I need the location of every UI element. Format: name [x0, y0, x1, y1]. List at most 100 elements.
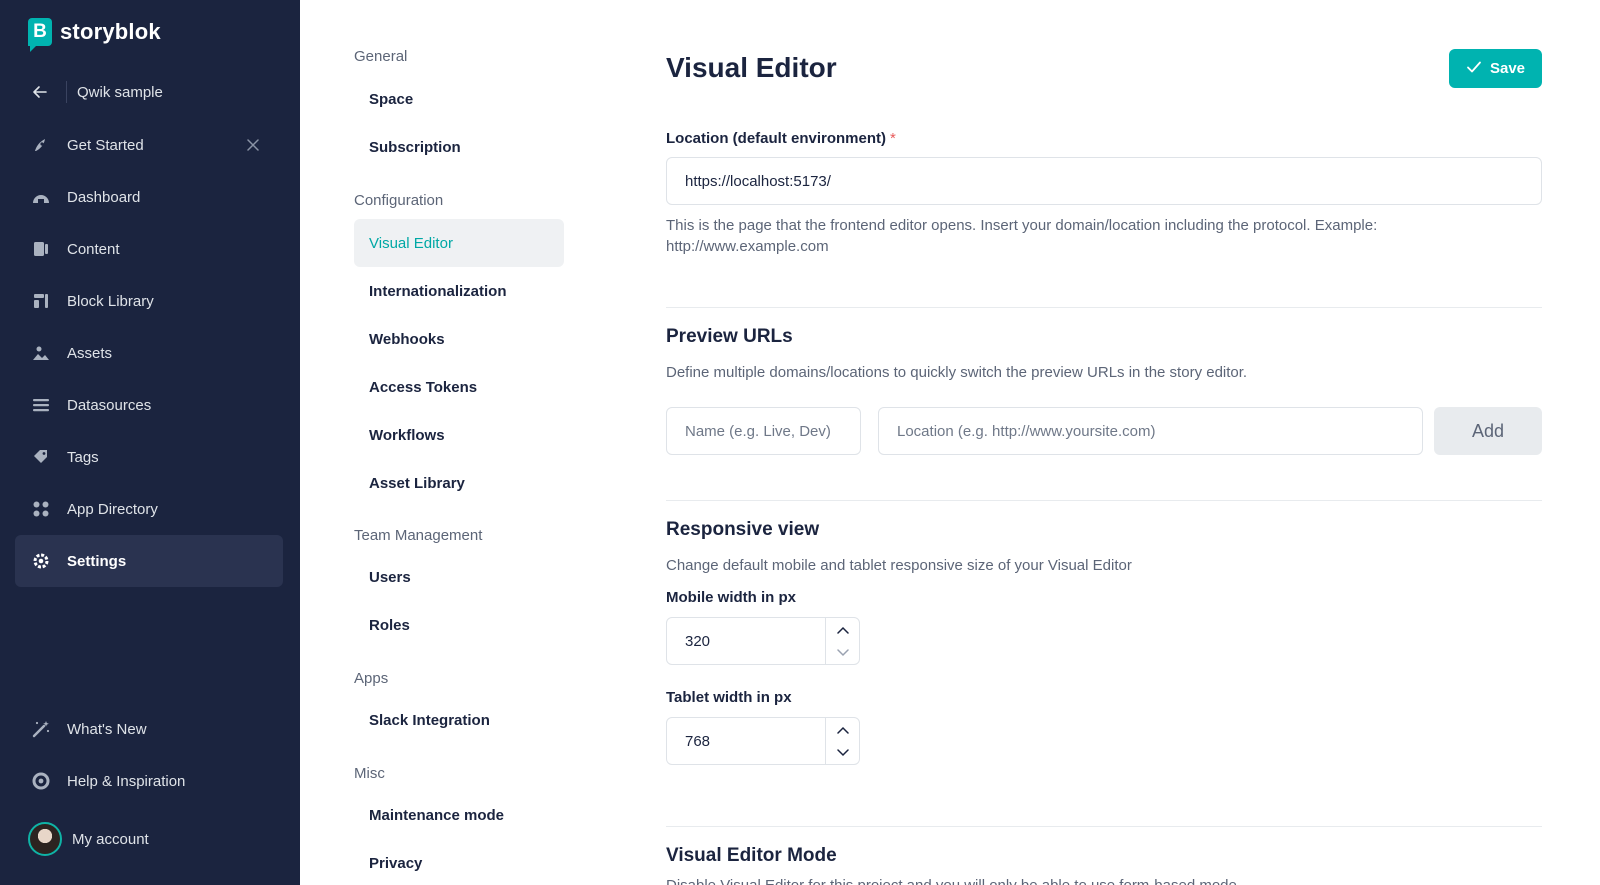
submenu-heading-configuration: Configuration: [354, 192, 444, 209]
nav-item-help[interactable]: Help & Inspiration: [15, 755, 283, 807]
nav-item-app-directory[interactable]: App Directory: [15, 483, 283, 535]
submenu-heading-misc: Misc: [354, 765, 385, 782]
account-label: My account: [72, 830, 149, 848]
location-label: Location (default environment) *: [666, 130, 896, 147]
save-label: Save: [1489, 60, 1526, 77]
chevron-up-icon[interactable]: [826, 618, 859, 641]
image-icon: [31, 343, 51, 363]
nav-item-dashboard[interactable]: Dashboard: [15, 171, 283, 223]
save-button[interactable]: Save: [1449, 49, 1542, 88]
apps-icon: [31, 499, 51, 519]
visual-editor-mode-description: Disable Visual Editor for this project a…: [666, 877, 1241, 885]
nav-label: Tags: [67, 448, 99, 466]
submenu-item-users[interactable]: Users: [354, 553, 564, 601]
submenu-item-internationalization[interactable]: Internationalization: [354, 267, 564, 315]
tablet-width-stepper: [666, 717, 860, 765]
nav-label: Get Started: [67, 136, 144, 154]
submenu-item-maintenance-mode[interactable]: Maintenance mode: [354, 791, 564, 839]
stepper-controls: [825, 618, 859, 664]
section-divider: [666, 500, 1542, 501]
tablet-width-label: Tablet width in px: [666, 689, 792, 706]
submenu-heading-apps: Apps: [354, 670, 389, 687]
avatar: [28, 822, 62, 856]
space-name: Qwik sample: [77, 83, 163, 101]
submenu-item-subscription[interactable]: Subscription: [354, 123, 564, 171]
mobile-width-label: Mobile width in px: [666, 589, 796, 606]
nav-item-get-started[interactable]: Get Started: [15, 119, 283, 171]
submenu-item-space[interactable]: Space: [354, 75, 564, 123]
close-icon[interactable]: [243, 135, 263, 155]
nav-label: What's New: [67, 720, 147, 738]
submenu-item-privacy[interactable]: Privacy: [354, 839, 564, 885]
submenu-item-slack-integration[interactable]: Slack Integration: [354, 696, 564, 744]
add-preview-url-button[interactable]: Add: [1434, 407, 1542, 455]
my-account[interactable]: My account: [28, 822, 149, 856]
tag-icon: [31, 447, 51, 467]
gauge-icon: [31, 187, 51, 207]
preview-name-input[interactable]: [666, 407, 861, 455]
nav-label: Settings: [67, 552, 127, 570]
list-icon: [31, 395, 51, 415]
location-help-line-2: http://www.example.com: [666, 238, 829, 255]
arrow-left-icon[interactable]: [28, 80, 52, 104]
responsive-view-title: Responsive view: [666, 519, 820, 540]
space-divider: [66, 81, 67, 103]
nav-item-tags[interactable]: Tags: [15, 431, 283, 483]
visual-editor-settings: Visual Editor Save Location (default env…: [666, 0, 1542, 885]
stepper-controls: [825, 718, 859, 764]
responsive-view-description: Change default mobile and tablet respons…: [666, 557, 1132, 574]
nav-item-whats-new[interactable]: What's New: [15, 703, 283, 755]
location-help-text: This is the page that the frontend edito…: [666, 215, 1377, 257]
nav-label: App Directory: [67, 500, 158, 518]
mobile-width-input[interactable]: [667, 618, 825, 664]
section-divider: [666, 307, 1542, 308]
location-input[interactable]: [666, 157, 1542, 205]
main-sidebar: B storyblok Qwik sample Get Started Dash…: [0, 0, 300, 885]
preview-urls-title: Preview URLs: [666, 326, 793, 347]
preview-urls-description: Define multiple domains/locations to qui…: [666, 364, 1248, 381]
nav-item-block-library[interactable]: Block Library: [15, 275, 283, 327]
submenu-heading-team-management: Team Management: [354, 527, 483, 544]
submenu-item-webhooks[interactable]: Webhooks: [354, 315, 564, 363]
location-label-text: Location (default environment): [666, 130, 887, 147]
nav-label: Assets: [67, 344, 113, 362]
mobile-width-stepper: [666, 617, 860, 665]
space-switcher[interactable]: Qwik sample: [28, 78, 163, 106]
submenu-item-visual-editor[interactable]: Visual Editor: [354, 219, 564, 267]
content-icon: [31, 239, 51, 259]
nav-label: Block Library: [67, 292, 154, 310]
lifebuoy-icon: [31, 771, 51, 791]
nav-item-settings[interactable]: Settings: [15, 535, 283, 587]
section-divider: [666, 826, 1542, 827]
chevron-down-icon[interactable]: [826, 641, 859, 664]
visual-editor-mode-title: Visual Editor Mode: [666, 845, 837, 866]
storyblok-logo[interactable]: B storyblok: [28, 18, 161, 52]
submenu-item-roles[interactable]: Roles: [354, 601, 564, 649]
required-mark: *: [890, 130, 896, 147]
tablet-width-input[interactable]: [667, 718, 825, 764]
logo-text: storyblok: [60, 19, 161, 44]
page-title: Visual Editor: [666, 52, 837, 83]
chevron-down-icon[interactable]: [826, 741, 859, 764]
chevron-up-icon[interactable]: [826, 718, 859, 741]
rocket-icon: [31, 135, 51, 155]
nav-label: Content: [67, 240, 120, 258]
gear-icon: [31, 551, 51, 571]
blocks-icon: [31, 291, 51, 311]
magic-wand-icon: [31, 719, 51, 739]
logo-mark-icon: B: [28, 18, 52, 52]
main-nav: Get Started Dashboard Content Block Libr…: [15, 119, 283, 587]
bottom-nav: What's New Help & Inspiration: [15, 703, 283, 807]
preview-location-input[interactable]: [878, 407, 1423, 455]
nav-label: Dashboard: [67, 188, 141, 206]
submenu-item-asset-library[interactable]: Asset Library: [354, 459, 564, 507]
nav-item-assets[interactable]: Assets: [15, 327, 283, 379]
submenu-heading-general: General: [354, 48, 408, 65]
location-help-line-1: This is the page that the frontend edito…: [666, 217, 1378, 234]
nav-item-content[interactable]: Content: [15, 223, 283, 275]
nav-label: Help & Inspiration: [67, 772, 186, 790]
nav-item-datasources[interactable]: Datasources: [15, 379, 283, 431]
submenu-item-access-tokens[interactable]: Access Tokens: [354, 363, 564, 411]
nav-label: Datasources: [67, 396, 152, 414]
submenu-item-workflows[interactable]: Workflows: [354, 411, 564, 459]
